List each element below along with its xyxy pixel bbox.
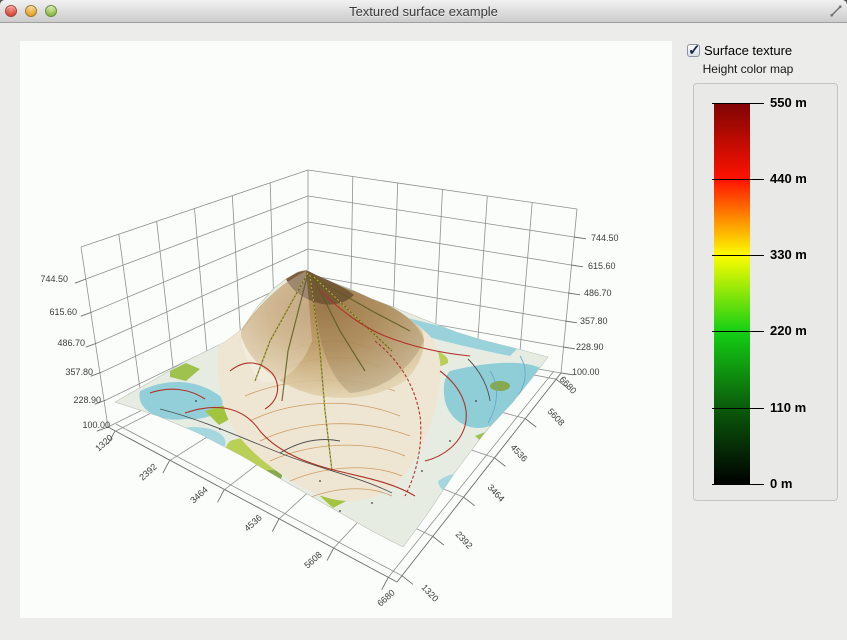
y-axis-label-left: 100.00 <box>66 420 110 430</box>
legend-tick <box>712 484 764 485</box>
legend-tick-label: 330 m <box>770 247 807 263</box>
legend-tick-label: 440 m <box>770 171 807 187</box>
legend-tick-label: 220 m <box>770 323 807 339</box>
legend-tick-label: 0 m <box>770 476 792 492</box>
y-axis-label-left: 744.50 <box>24 274 68 284</box>
y-axis-label-left: 486.70 <box>41 338 85 348</box>
y-axis-label-right: 357.80 <box>580 316 608 326</box>
legend-tick <box>712 179 764 180</box>
surface-plot-canvas[interactable]: 744.50 615.60 486.70 357.80 228.90 100.0… <box>20 41 672 618</box>
legend-tick <box>712 408 764 409</box>
y-axis-label-right: 615.60 <box>588 261 616 271</box>
legend-tick <box>712 255 764 256</box>
y-axis-label-right: 100.00 <box>572 367 600 377</box>
legend-tick-label: 550 m <box>770 95 807 111</box>
surface-texture-row: Surface texture <box>687 43 792 58</box>
y-axis-label-left: 228.90 <box>57 395 101 405</box>
titlebar[interactable]: Textured surface example <box>0 0 847 23</box>
y-axis-label-right: 486.70 <box>584 288 612 298</box>
legend-tick-label: 110 m <box>770 400 806 416</box>
surface-plot-scene <box>20 41 672 618</box>
y-axis-label-right: 744.50 <box>591 233 619 243</box>
window-title: Textured surface example <box>0 4 847 19</box>
terrain-surface <box>115 270 548 547</box>
gradient-bar <box>714 103 750 484</box>
y-axis-label-left: 615.60 <box>33 307 77 317</box>
surface-texture-label[interactable]: Surface texture <box>704 43 792 58</box>
y-axis-label-right: 228.90 <box>576 342 604 352</box>
legend-tick <box>712 331 764 332</box>
fullscreen-icon[interactable] <box>829 4 843 18</box>
y-axis-label-left: 357.80 <box>49 367 93 377</box>
app-window: Textured surface example <box>0 0 847 640</box>
surface-texture-checkbox[interactable] <box>687 44 700 57</box>
legend-title: Height color map <box>687 62 809 76</box>
height-color-map-legend: 550 m 440 m 330 m 220 m 110 m 0 m <box>693 83 838 501</box>
legend-tick <box>712 103 764 104</box>
